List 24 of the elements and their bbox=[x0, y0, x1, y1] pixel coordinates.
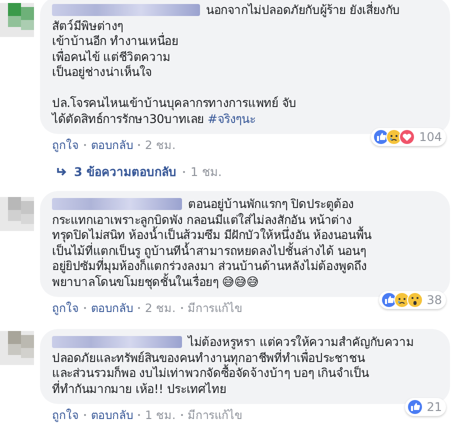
wow-reaction-icon[interactable] bbox=[406, 292, 423, 308]
action-link[interactable]: ถูกใจ bbox=[52, 299, 79, 317]
comment-meta: 2 ชม. bbox=[145, 137, 176, 154]
hashtag-link[interactable]: #จริงๆนะ bbox=[207, 112, 256, 126]
avatar bbox=[0, 331, 34, 365]
comment-text: ไม่ต้องหรูหรา แต่ควรให้ความสำคัญกับความ ปลอดภัยและทรัพย์สินของคนทำงานทุกอาชีพที่ทำเพื่อประชาชน และส่วนรวมก็พอ งบไม่เท่าพวกจัดซื้อจัดจ้างบ้าๆ บอๆ เกินจำเป็น ที่ทำกันมากมาย เห้อ!! ประเทศไทย bbox=[52, 335, 415, 397]
action-link[interactable]: ตอบกลับ bbox=[91, 299, 133, 317]
comment-meta: 1 ชม. bbox=[145, 407, 176, 424]
reply-time: 1 ชม. bbox=[190, 164, 222, 181]
comment-meta: 2 ชม. bbox=[145, 300, 176, 317]
reaction-count: 38 bbox=[426, 293, 442, 307]
reaction-count: 21 bbox=[426, 400, 442, 414]
action-link[interactable]: ถูกใจ bbox=[52, 136, 79, 154]
like-reaction-icon[interactable] bbox=[406, 399, 423, 415]
replies-link[interactable]: 3 ข้อความตอบกลับ bbox=[74, 162, 177, 181]
action-link[interactable]: ตอบกลับ bbox=[91, 136, 133, 154]
action-link[interactable]: ตอบกลับ bbox=[91, 406, 133, 424]
avatar bbox=[0, 3, 34, 37]
reaction-count: 104 bbox=[419, 130, 442, 144]
comment-text: ตอนอยู่บ้านพักแรกๆ ปิดประตูต้อง กระแทกเอาเพราะลูกบิดพัง กลอนมีแต่ใส่ไม่ลงสักอัน หน้าต่าง ทรุดปิดไม่สนิท ห้องน้ำเป็นส้วมซึม มีฝักบัวให้หนึ่งอัน ห้องนอนพื้น เป็นไม้ที่แตกเป็นรู ถูบ้านทีน้ำสามารถหยดลงไปชั้นล่างได้ นอนๆ อยู่ยิปซัมที่มุมห้องก็แตกร่วงลงมา ส่วนบ้านด้านหลังไม่ต้องพูดถึง พยาบาลโดนขโมยชุดชั้นในเรื่อยๆ 😅😅😅 bbox=[52, 197, 372, 290]
avatar bbox=[0, 197, 34, 231]
action-link[interactable]: ถูกใจ bbox=[52, 406, 79, 424]
comment-text: นอกจากไม่ปลอดภัยกับผู้ร้าย ยังเสี่ยงกับ สัตว์มีพิษต่างๆ เข้าบ้านอีก ทำงานเหนื่อย เพื่อคนไข้ แต่ชีวิตความ เป็นอยู่ช่างน่าเห็นใจ ปล.โจรคนไหนเข้าบ้านบุคลากรทางการแพทย์ จับ ได้ตัดสิทธ์การรักษา30บาทเลย #จริงๆนะ bbox=[52, 3, 402, 127]
reply-arrow-icon bbox=[56, 166, 68, 176]
